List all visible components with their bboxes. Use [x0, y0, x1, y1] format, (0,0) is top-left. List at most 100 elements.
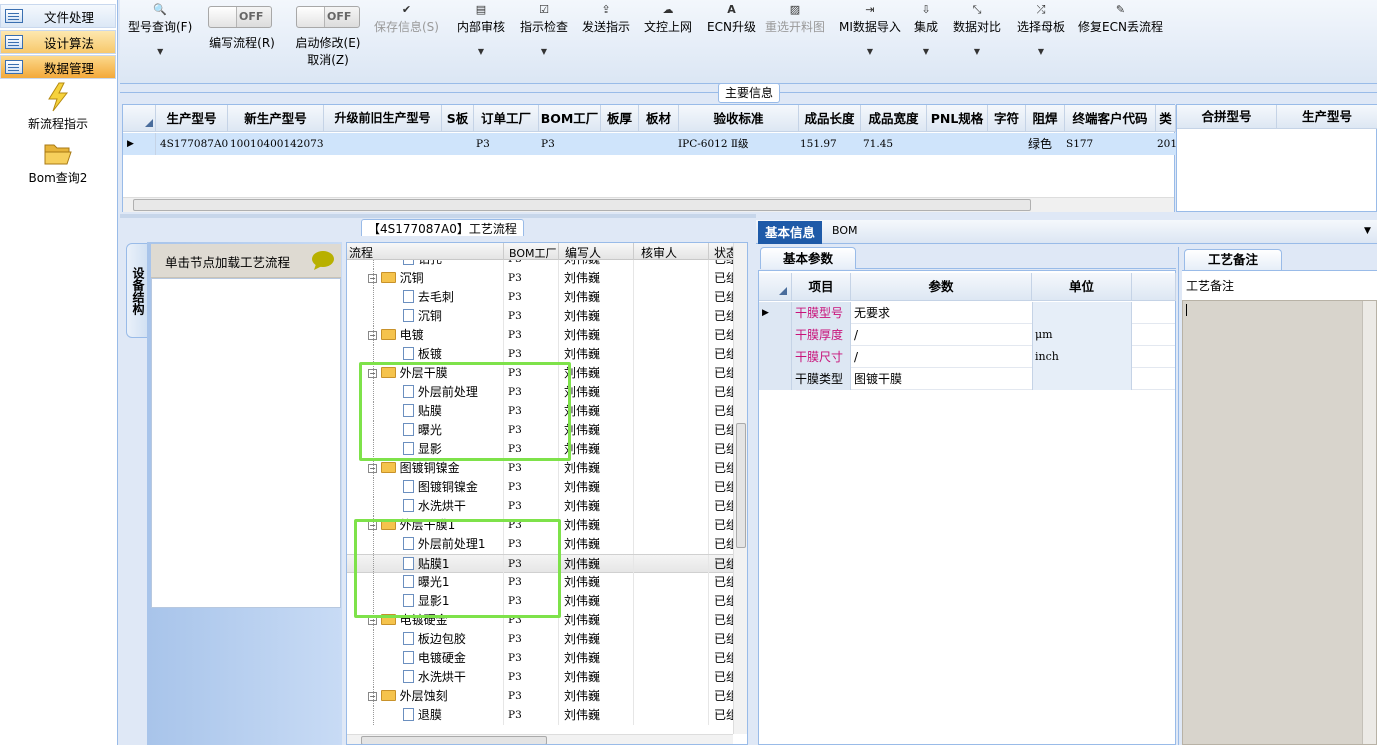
nav-data-management[interactable]: 数据管理	[0, 55, 116, 79]
param-value[interactable]: /	[854, 346, 858, 368]
instruction-check-button[interactable]: ☑ 指示检查 ▼	[520, 2, 568, 56]
col-item[interactable]: 项目	[792, 273, 851, 301]
tree-row[interactable]: − 电镀 P3 刘伟巍 已组	[347, 326, 733, 345]
col-main-info-5[interactable]: BOM工厂	[539, 105, 601, 132]
row-selector[interactable]: ▶	[759, 302, 792, 324]
tree-row[interactable]: 钻孔 P3 刘伟巍 已组	[347, 260, 733, 269]
cell-new-model[interactable]: 10010400142073	[230, 135, 324, 153]
col-main-info-11[interactable]: PNL规格	[927, 105, 988, 132]
param-unit[interactable]: μm	[1035, 324, 1053, 346]
shortcut-new-flow[interactable]: 新流程指示	[0, 82, 116, 132]
dropdown-arrow-icon[interactable]: ▼	[128, 47, 192, 56]
horizontal-scrollbar[interactable]	[123, 197, 1174, 212]
param-row[interactable]: 干膜类型 图镀干膜	[759, 368, 1175, 390]
tree-row[interactable]: 板边包胶 P3 刘伟巍 已组	[347, 630, 733, 649]
scrollbar-thumb[interactable]	[133, 199, 1031, 211]
col-main-info-8[interactable]: 验收标准	[679, 105, 799, 132]
param-unit[interactable]: inch	[1035, 346, 1059, 368]
col-reviewer[interactable]: 核审人	[641, 244, 677, 261]
tree-row[interactable]: 沉铜 P3 刘伟巍 已组	[347, 307, 733, 326]
internal-review-button[interactable]: ▤ 内部审核 ▼	[457, 2, 505, 56]
cell-standard[interactable]: IPC-6012 Ⅱ级	[678, 135, 749, 153]
cell-extra[interactable]: 201	[1157, 135, 1177, 153]
col-flow[interactable]: 流程	[349, 244, 373, 261]
param-value[interactable]: /	[854, 324, 858, 346]
horizontal-scrollbar[interactable]	[347, 734, 733, 744]
mi-import-button[interactable]: ⇥ MI数据导入 ▼	[839, 2, 901, 56]
collapse-icon[interactable]: −	[368, 464, 377, 473]
save-info-button[interactable]: ✔ 保存信息(S)	[374, 2, 439, 35]
tab-basic-params[interactable]: 基本参数	[760, 247, 856, 269]
cancel-label[interactable]: 取消(Z)	[296, 51, 360, 68]
nav-file-processing[interactable]: 文件处理	[0, 4, 116, 28]
col-main-info-10[interactable]: 成品宽度	[861, 105, 927, 132]
vertical-scrollbar[interactable]	[733, 243, 747, 734]
reselect-chart-button[interactable]: ▨ 重选开料图	[765, 2, 825, 35]
tree-row[interactable]: − 沉铜 P3 刘伟巍 已组	[347, 269, 733, 288]
data-compare-button[interactable]: ⤡ 数据对比 ▼	[953, 2, 1001, 56]
cell-width[interactable]: 71.45	[863, 135, 893, 153]
col-main-info-7[interactable]: 板材	[639, 105, 679, 132]
integrate-button[interactable]: ⇩ 集成 ▼	[914, 2, 938, 56]
upload-docs-button[interactable]: ☁ 文控上网	[644, 2, 692, 35]
param-value[interactable]: 无要求	[854, 302, 890, 324]
dropdown-arrow-icon[interactable]: ▼	[914, 47, 938, 56]
row-selector[interactable]	[759, 346, 792, 368]
cell-customer[interactable]: S177	[1066, 135, 1093, 153]
tab-basic-info[interactable]: 基本信息	[758, 221, 822, 244]
structure-list[interactable]	[151, 278, 341, 608]
vertical-scrollbar[interactable]	[1362, 301, 1376, 744]
cell-solder[interactable]: 绿色	[1028, 135, 1052, 153]
dropdown-arrow-icon[interactable]: ▼	[953, 47, 1001, 56]
dropdown-arrow-icon[interactable]: ▼	[839, 47, 901, 56]
col-main-info-13[interactable]: 阻焊	[1026, 105, 1065, 132]
dropdown-arrow-icon[interactable]: ▼	[1364, 226, 1371, 236]
col-param[interactable]: 参数	[851, 273, 1032, 301]
dropdown-arrow-icon[interactable]: ▼	[457, 47, 505, 56]
ecn-upgrade-button[interactable]: A ECN升级	[707, 2, 756, 35]
col-main-info-6[interactable]: 板厚	[601, 105, 639, 132]
scrollbar-thumb[interactable]	[736, 423, 746, 548]
col-bom-factory[interactable]: BOM工厂	[509, 245, 557, 261]
tree-row[interactable]: 去毛刺 P3 刘伟巍 已组	[347, 288, 733, 307]
cell-bom-factory[interactable]: P3	[541, 135, 555, 153]
tree-row[interactable]: − 外层蚀刻 P3 刘伟巍 已组	[347, 687, 733, 706]
collapse-icon[interactable]: −	[368, 331, 377, 340]
param-row[interactable]: ▶ 干膜型号 无要求	[759, 302, 1175, 324]
row-selector[interactable]	[759, 324, 792, 346]
shortcut-bom-query[interactable]: Bom查询2	[0, 140, 116, 186]
select-master-button[interactable]: ⤮ 选择母板 ▼	[1017, 2, 1065, 56]
nav-design-algorithm[interactable]: 设计算法	[0, 30, 116, 54]
param-row[interactable]: 干膜尺寸 / inch	[759, 346, 1175, 368]
col-main-info-9[interactable]: 成品长度	[799, 105, 861, 132]
col-unit[interactable]: 单位	[1032, 273, 1132, 301]
col-main-info-2[interactable]: 升级前旧生产型号	[324, 105, 442, 132]
dropdown-arrow-icon[interactable]: ▼	[520, 47, 568, 56]
repair-ecn-button[interactable]: ✎ 修复ECN丢流程	[1078, 2, 1163, 35]
col-main-info-1[interactable]: 新生产型号	[228, 105, 324, 132]
dropdown-arrow-icon[interactable]: ▼	[1017, 47, 1065, 56]
collapse-icon[interactable]: −	[368, 274, 377, 283]
col-main-info-4[interactable]: 订单工厂	[474, 105, 539, 132]
tree-row[interactable]: 图镀铜镍金 P3 刘伟巍 已组	[347, 478, 733, 497]
tree-row[interactable]: 水洗烘干 P3 刘伟巍 已组	[347, 668, 733, 687]
row-selector[interactable]	[759, 368, 792, 390]
col-main-info-14[interactable]: 终端客户代码	[1065, 105, 1156, 132]
col-prod-model[interactable]: 生产型号	[1277, 105, 1377, 129]
collapse-icon[interactable]: −	[368, 692, 377, 701]
col-main-info-0[interactable]: 生产型号	[156, 105, 228, 132]
col-author[interactable]: 编写人	[565, 244, 601, 261]
col-main-info-15[interactable]: 类	[1156, 105, 1176, 132]
tree-row[interactable]: − 图镀铜镍金 P3 刘伟巍 已组	[347, 459, 733, 478]
param-value[interactable]: 图镀干膜	[854, 368, 902, 390]
param-row[interactable]: 干膜厚度 / μm	[759, 324, 1175, 346]
send-instruction-button[interactable]: ⇪ 发送指示	[582, 2, 630, 35]
tab-bom[interactable]: BOM	[832, 224, 858, 237]
col-merge-model[interactable]: 合拼型号	[1177, 105, 1277, 129]
cell-prod-model[interactable]: 4S177087A0	[160, 135, 228, 153]
model-query-button[interactable]: 🔍 型号查询(F) ▼	[128, 2, 192, 56]
col-main-info-12[interactable]: 字符	[988, 105, 1026, 132]
write-flow-toggle[interactable]: OFF	[208, 6, 272, 28]
tree-row[interactable]: 水洗烘干 P3 刘伟巍 已组	[347, 497, 733, 516]
tree-row[interactable]: 电镀硬金 P3 刘伟巍 已组	[347, 649, 733, 668]
